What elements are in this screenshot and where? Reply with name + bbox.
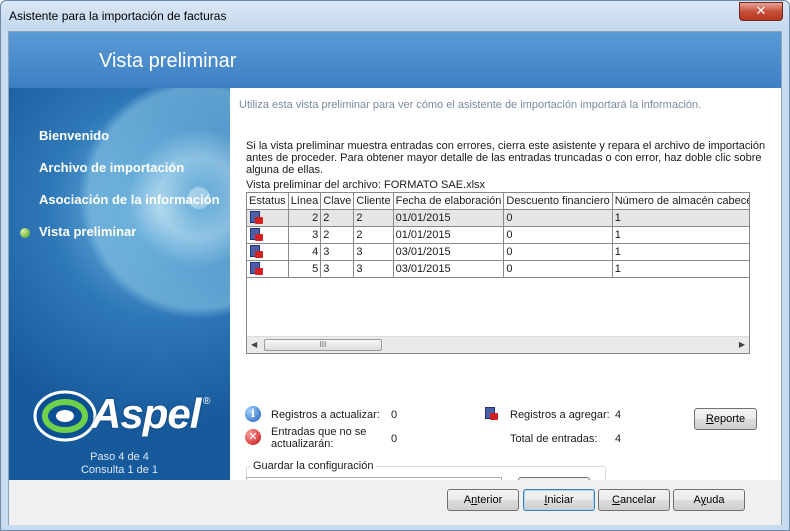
noupdate-label-1: Entradas que no se [271, 426, 367, 438]
table-row[interactable]: 2 2 2 01/01/2015 0 1 1 [247, 209, 749, 227]
wizard-window: Asistente para la importación de factura… [0, 0, 790, 531]
cell-almacen: 1 [612, 209, 749, 227]
col-almacen[interactable]: Número de almacén cabecera [612, 193, 749, 210]
registered-mark: ® [203, 396, 211, 407]
horizontal-scrollbar[interactable]: ◀ III ▶ [247, 336, 749, 353]
step-counter: Paso 4 de 4 [90, 451, 149, 463]
cell-almacen: 1 [612, 226, 749, 244]
cell-linea: 2 [288, 209, 322, 227]
add-label: Registros a agregar: [510, 409, 610, 421]
add-value: 4 [615, 409, 622, 421]
cell-clave: 3 [320, 260, 355, 278]
update-value: 0 [391, 409, 398, 421]
total-value: 4 [615, 433, 622, 445]
noupdate-value: 0 [391, 433, 398, 445]
cell-fecha: 03/01/2015 [393, 260, 505, 278]
cell-descuento: 0 [503, 260, 613, 278]
cell-linea: 5 [288, 260, 322, 278]
cell-cliente: 2 [353, 226, 394, 244]
add-record-icon [249, 211, 263, 224]
col-clave[interactable]: Clave [320, 193, 355, 210]
close-button[interactable]: ✕ [739, 2, 783, 21]
table-header-row: Estatus Línea Clave Cliente Fecha de ela… [247, 193, 749, 210]
window-title: Asistente para la importación de factura… [9, 9, 227, 23]
col-descuento[interactable]: Descuento financiero [503, 193, 613, 210]
help-button[interactable]: Ayuda [673, 489, 745, 511]
error-icon: ✕ [245, 429, 261, 445]
cell-fecha: 01/01/2015 [393, 209, 505, 227]
noupdate-label-2: actualizarán: [271, 438, 334, 450]
add-record-icon [249, 228, 263, 241]
start-button[interactable]: Iniciar [523, 489, 595, 511]
back-button[interactable]: Anterior [447, 489, 519, 511]
cell-fecha: 03/01/2015 [393, 243, 505, 261]
add-record-icon [484, 407, 498, 420]
col-linea[interactable]: Línea [288, 193, 322, 210]
intro-text: Utiliza esta vista preliminar para ver c… [239, 99, 702, 111]
col-cliente[interactable]: Cliente [353, 193, 394, 210]
save-config-label: Guardar la configuración [250, 460, 377, 472]
scroll-thumb[interactable]: III [264, 339, 382, 351]
table-row[interactable]: 5 3 3 03/01/2015 0 1 1 [247, 260, 749, 278]
cell-almacen: 1 [612, 243, 749, 261]
wizard-footer: Anterior Iniciar Cancelar Ayuda [9, 480, 781, 525]
update-label: Registros a actualizar: [271, 409, 380, 421]
report-button[interactable]: Reporte [694, 408, 757, 430]
cell-descuento: 0 [503, 226, 613, 244]
table-row[interactable]: 3 2 2 01/01/2015 0 1 1 [247, 226, 749, 244]
cell-cliente: 3 [353, 260, 394, 278]
info-icon: i [245, 406, 261, 422]
cell-descuento: 0 [503, 243, 613, 261]
aspel-logo: Aspel ® [31, 386, 211, 446]
cancel-button[interactable]: Cancelar [598, 489, 670, 511]
preview-table: Estatus Línea Clave Cliente Fecha de ela… [247, 193, 749, 278]
cell-linea: 4 [288, 243, 322, 261]
cell-almacen: 1 [612, 260, 749, 278]
cell-clave: 2 [320, 209, 355, 227]
cell-clave: 3 [320, 243, 355, 261]
file-name: FORMATO SAE.xlsx [384, 179, 486, 191]
scroll-right-icon[interactable]: ▶ [739, 340, 745, 349]
current-step-bullet-icon [20, 228, 30, 238]
cell-linea: 3 [288, 226, 322, 244]
steps-sidebar: Bienvenido Archivo de importación Asocia… [9, 88, 230, 480]
add-record-icon [249, 262, 263, 275]
table-row[interactable]: 4 3 3 03/01/2015 0 1 1 [247, 243, 749, 261]
description-text: Si la vista preliminar muestra entradas … [246, 140, 766, 176]
col-fecha[interactable]: Fecha de elaboración [393, 193, 505, 210]
cell-cliente: 2 [353, 209, 394, 227]
header-banner: Vista preliminar [9, 32, 781, 88]
cell-fecha: 01/01/2015 [393, 226, 505, 244]
file-label: Vista preliminar del archivo: [246, 179, 381, 191]
cell-descuento: 0 [503, 209, 613, 227]
query-counter: Consulta 1 de 1 [80, 464, 159, 476]
col-estatus[interactable]: Estatus [247, 193, 289, 210]
cell-cliente: 3 [353, 243, 394, 261]
add-record-icon [249, 245, 263, 258]
preview-grid[interactable]: Estatus Línea Clave Cliente Fecha de ela… [246, 192, 750, 354]
scroll-left-icon[interactable]: ◀ [251, 340, 257, 349]
aspel-wordmark: Aspel [91, 390, 201, 437]
sidebar-item-archivo: Archivo de importación [39, 160, 185, 175]
total-label: Total de entradas: [510, 433, 598, 445]
sidebar-item-asociacion: Asociación de la información [39, 192, 220, 207]
wizard-client: Vista preliminar Bienvenido Archivo de i… [8, 31, 782, 525]
aspel-swirl-icon [33, 390, 97, 442]
sidebar-item-vista-preliminar: Vista preliminar [39, 224, 137, 239]
cell-clave: 2 [320, 226, 355, 244]
content-panel: Utiliza esta vista preliminar para ver c… [230, 88, 781, 506]
page-title: Vista preliminar [99, 50, 237, 72]
sidebar-item-bienvenido: Bienvenido [39, 128, 110, 143]
title-bar[interactable]: Asistente para la importación de factura… [1, 1, 789, 31]
